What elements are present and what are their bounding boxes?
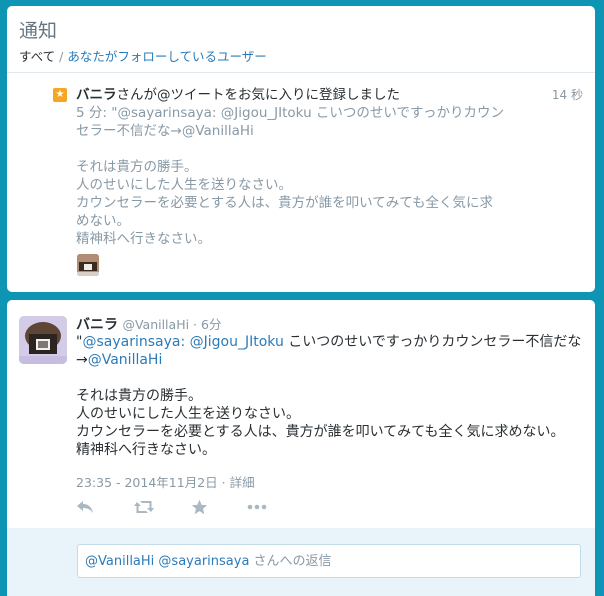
tweet-meta: 23:35 - 2014年11月2日 · 詳細: [76, 472, 255, 491]
reply-placeholder: さんへの返信: [249, 554, 332, 569]
mention-jigou[interactable]: @Jigou_JItoku: [190, 334, 284, 350]
tweet-timestamp[interactable]: 23:35 - 2014年11月2日: [76, 475, 218, 490]
tweet-author: バニラ @VanillaHi · 6分: [76, 314, 221, 334]
author-name[interactable]: バニラ: [76, 317, 118, 333]
quote-line1: こいつのせいですっかりカウン: [311, 105, 504, 121]
divider: [7, 72, 595, 73]
reply-input[interactable]: @VanillaHi @sayarinsaya さんへの返信: [77, 544, 581, 578]
star-icon: ★: [53, 88, 67, 102]
page-title: 通知: [19, 20, 58, 42]
more-icon[interactable]: [246, 499, 268, 519]
mention-sayarinsaya[interactable]: @sayarinsaya:: [82, 334, 185, 350]
favorite-icon[interactable]: [191, 499, 208, 519]
filter-all[interactable]: すべて: [19, 49, 55, 64]
tweet-age[interactable]: 6分: [201, 317, 221, 332]
notifications-panel: 通知 すべて / あなたがフォローしているユーザー ★ バニラさんが@ツイートを…: [7, 6, 595, 292]
quoted-tweet[interactable]: 5 分: "@sayarinsaya: @Jigou_JItoku こいつのせい…: [76, 104, 516, 248]
tweet-para4: 精神科へ行きなさい。: [76, 442, 216, 458]
quote-para3b: めない。: [76, 213, 130, 229]
quote-para4: 精神科へ行きなさい。: [76, 231, 211, 247]
retweet-icon[interactable]: [133, 499, 155, 519]
quote-para2: 人のせいにした人生を送りなさい。: [76, 177, 292, 193]
quote-mention-vanilla[interactable]: @VanillaHi: [182, 123, 254, 139]
tweet-line1: こいつのせいですっかりカウンセラー不信だな: [283, 334, 582, 350]
notification-title[interactable]: バニラさんが@ツイートをお気に入りに登録しました: [76, 83, 400, 103]
notification-filter: すべて / あなたがフォローしているユーザー: [19, 46, 267, 65]
tweet-para2: 人のせいにした人生を送りなさい。: [76, 406, 300, 422]
quote-mention-sayarinsaya[interactable]: @sayarinsaya:: [117, 105, 216, 121]
filter-separator: /: [55, 49, 68, 64]
quote-para3: カウンセラーを必要とする人は、貴方が誰を叩いてみても全く気に求: [76, 195, 494, 211]
author-dot: ·: [189, 317, 201, 332]
reply-area: @VanillaHi @sayarinsaya さんへの返信: [7, 528, 595, 596]
notification-time: 14 秒: [551, 88, 583, 102]
quote-para1: それは貴方の勝手。: [76, 159, 198, 175]
tweet-arrow: →: [76, 352, 88, 368]
tweet-para3: カウンセラーを必要とする人は、貴方が誰を叩いてみても全く気に求めない。: [76, 424, 565, 440]
author-handle[interactable]: @VanillaHi: [122, 317, 189, 332]
tweet-panel: バニラ @VanillaHi · 6分 "@sayarinsaya: @Jigo…: [7, 300, 595, 596]
tweet-text: "@sayarinsaya: @Jigou_JItoku こいつのせいですっかり…: [76, 333, 586, 459]
details-link[interactable]: 詳細: [230, 475, 255, 490]
actor-name[interactable]: バニラ: [76, 87, 117, 103]
quote-prefix: 5 分: ": [76, 105, 118, 121]
meta-separator: ·: [217, 475, 230, 490]
quote-line2: セラー不信だな→: [76, 123, 182, 139]
filter-following[interactable]: あなたがフォローしているユーザー: [67, 49, 266, 64]
quote-mention-jigou[interactable]: @Jigou_JItoku: [221, 105, 312, 121]
reply-icon[interactable]: [76, 499, 94, 519]
reply-mention-sayarinsaya: @sayarinsaya: [158, 554, 250, 569]
notification-action: さんが@ツイートをお気に入りに登録しました: [116, 87, 401, 103]
mention-vanilla[interactable]: @VanillaHi: [88, 352, 163, 368]
avatar[interactable]: [19, 316, 67, 364]
reply-mention-vanilla: @VanillaHi: [85, 554, 155, 569]
tweet-para1: それは貴方の勝手。: [76, 388, 202, 404]
actor-avatar[interactable]: [77, 254, 99, 276]
